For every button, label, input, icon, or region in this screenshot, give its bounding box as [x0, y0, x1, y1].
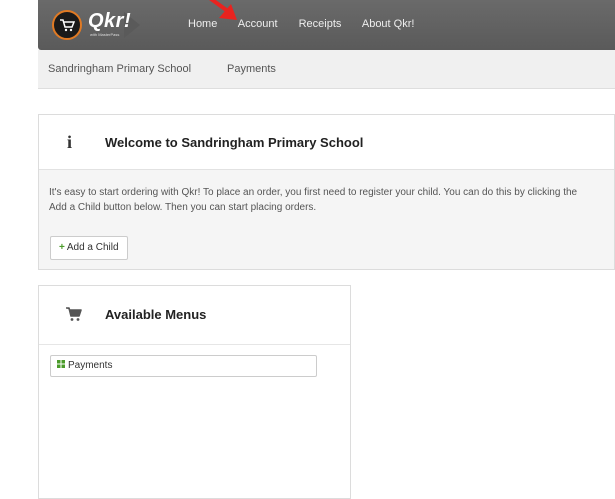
available-menus-panel: Available Menus Payments — [38, 285, 351, 499]
welcome-line-1: It's easy to start ordering with Qkr! To… — [49, 187, 578, 198]
welcome-line-2: Add a Child button below. Then you can s… — [49, 202, 317, 213]
nav-receipts[interactable]: Receipts — [299, 18, 342, 30]
menus-header: Available Menus — [39, 286, 350, 345]
brand-tagline: with MasterPass — [90, 32, 120, 37]
annotation-arrow-icon — [209, 0, 237, 20]
breadcrumb-school[interactable]: Sandringham Primary School — [48, 63, 191, 75]
info-icon: i — [67, 132, 73, 152]
breadcrumb-payments[interactable]: Payments — [227, 63, 276, 75]
top-navigation-bar: Qkr! with MasterPass Home Account Receip… — [38, 0, 615, 50]
qkr-logo[interactable]: Qkr! with MasterPass — [52, 10, 188, 40]
cart-icon — [66, 307, 82, 321]
add-child-label: Add a Child — [66, 242, 119, 253]
menu-item-label: Payments — [68, 360, 113, 371]
welcome-title: Welcome to Sandringham Primary School — [105, 135, 364, 150]
nav-about[interactable]: About Qkr! — [362, 18, 415, 30]
grid-icon — [57, 360, 65, 369]
menu-item-payments[interactable]: Payments — [50, 355, 317, 377]
breadcrumb: Sandringham Primary School Payments — [38, 50, 615, 89]
add-child-button[interactable]: + Add a Child — [50, 236, 128, 260]
plus-icon: + — [59, 242, 65, 253]
brand-name: Qkr! — [88, 10, 132, 32]
menus-title: Available Menus — [105, 307, 207, 322]
cart-logo-icon — [52, 10, 82, 40]
welcome-panel: i Welcome to Sandringham Primary School … — [38, 114, 615, 270]
welcome-instructions: It's easy to start ordering with Qkr! To… — [49, 185, 615, 215]
welcome-panel-header: i Welcome to Sandringham Primary School — [39, 115, 614, 170]
nav-account[interactable]: Account — [238, 18, 278, 30]
